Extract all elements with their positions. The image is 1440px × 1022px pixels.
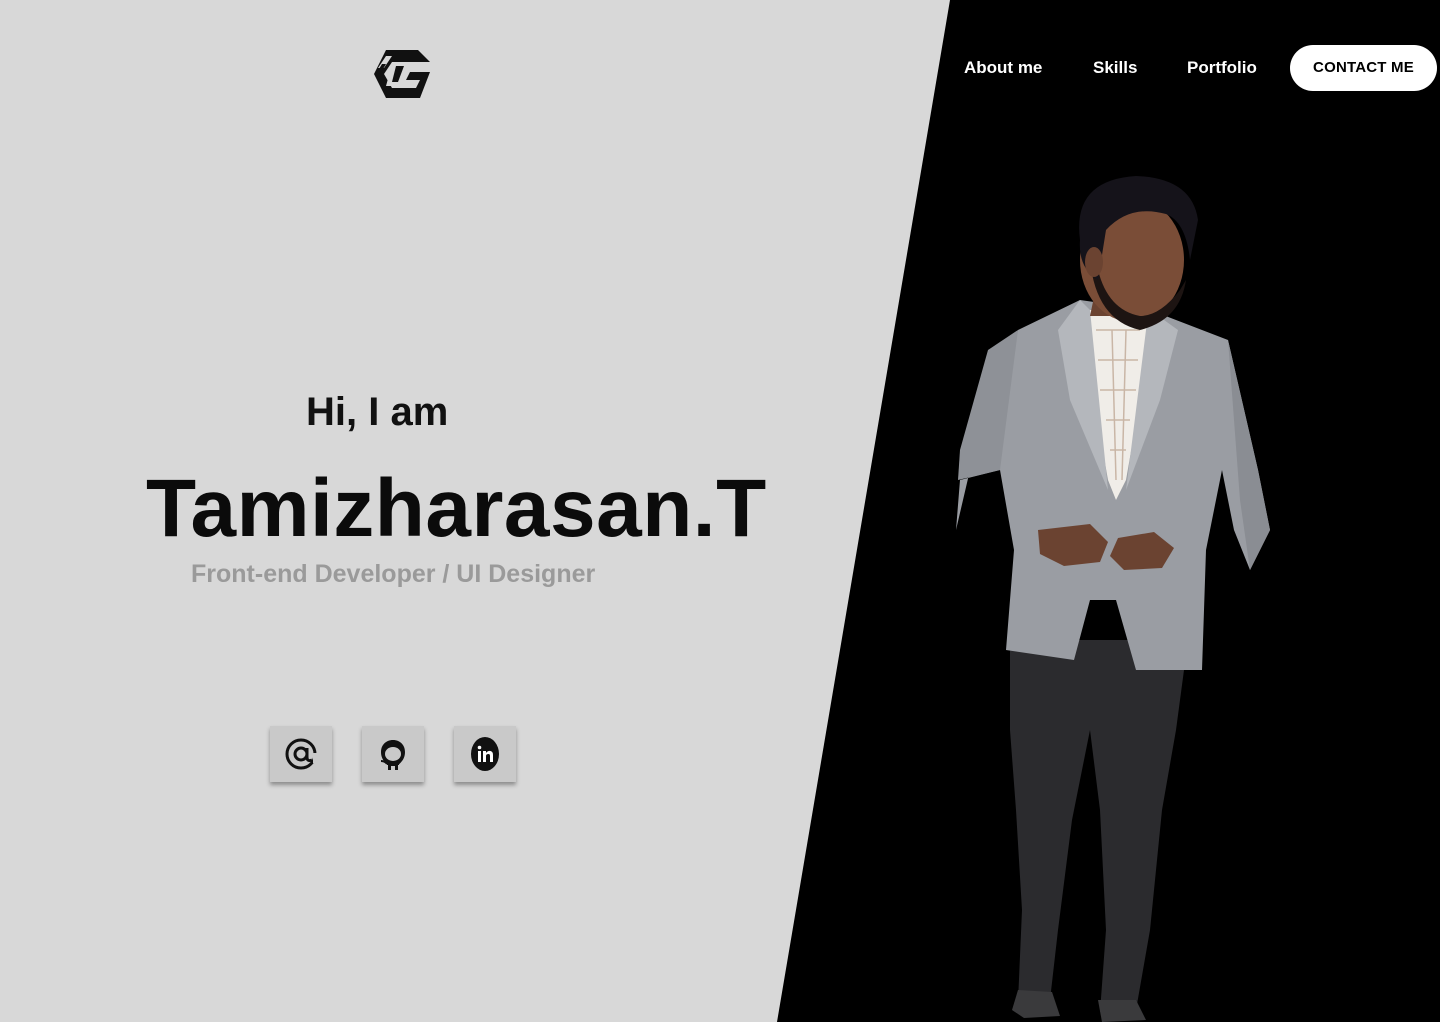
nav-portfolio[interactable]: Portfolio (1187, 58, 1257, 78)
github-icon (380, 740, 405, 770)
main-nav: About me Skills Portfolio CONTACT ME (950, 45, 1440, 91)
profile-photo (956, 176, 1270, 1022)
contact-me-button[interactable]: CONTACT ME (1290, 45, 1437, 91)
at-sign-icon (285, 738, 318, 770)
github-button[interactable] (362, 726, 424, 782)
nav-about-me[interactable]: About me (964, 58, 1042, 78)
hero-role: Front-end Developer / UI Designer (191, 560, 596, 588)
nav-skills[interactable]: Skills (1093, 58, 1137, 78)
tg-logo-icon[interactable] (372, 46, 434, 102)
linkedin-button[interactable] (454, 726, 516, 782)
hero-page: About me Skills Portfolio CONTACT ME Hi,… (0, 0, 1440, 1022)
email-button[interactable] (270, 726, 332, 782)
hero-greeting: Hi, I am (306, 390, 449, 434)
linkedin-icon (471, 737, 499, 771)
hero-name: Tamizharasan.T (146, 463, 767, 554)
